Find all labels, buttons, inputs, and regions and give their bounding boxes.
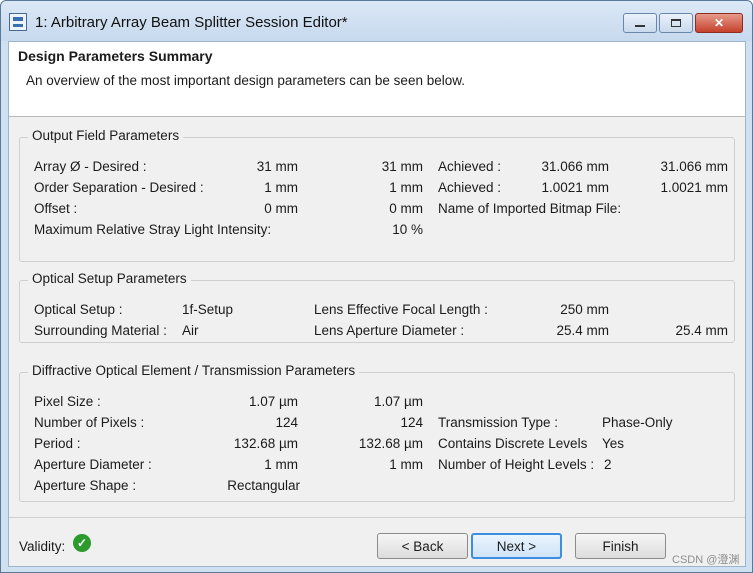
pixel-size-value-2: 1.07 µm: [373, 394, 423, 409]
optical-setup-label: Optical Setup :: [34, 302, 123, 317]
array-desired-value-2: 31 mm: [381, 159, 423, 174]
array-desired-value: 31 mm: [256, 159, 298, 174]
pixel-size-value: 1.07 µm: [248, 394, 298, 409]
transmission-type-value: Phase-Only: [602, 415, 673, 430]
doe-aperture-diameter-label: Aperture Diameter :: [34, 457, 152, 472]
height-levels-value: 2: [604, 457, 612, 472]
aperture-diameter-label: Lens Aperture Diameter :: [314, 323, 465, 338]
window-title: 1: Arbitrary Array Beam Splitter Session…: [35, 14, 348, 31]
dialog-client-area: Design Parameters Summary An overview of…: [8, 41, 746, 567]
aperture-shape-label: Aperture Shape :: [34, 478, 137, 493]
imported-bitmap-label: Name of Imported Bitmap File:: [438, 201, 622, 216]
order-separation-achieved-value-2: 1.0021 mm: [660, 180, 728, 195]
footer-divider: [9, 517, 745, 518]
doe-transmission-group: Diffractive Optical Element / Transmissi…: [19, 363, 735, 502]
order-separation-achieved-value: 1.0021 mm: [541, 180, 609, 195]
doe-aperture-diameter-value-2: 1 mm: [389, 457, 423, 472]
next-button[interactable]: Next >: [471, 533, 562, 559]
minimize-icon: [635, 25, 645, 27]
aperture-diameter-value-2: 25.4 mm: [675, 323, 728, 338]
stray-light-label: Maximum Relative Stray Light Intensity:: [34, 222, 272, 237]
offset-value: 0 mm: [264, 201, 298, 216]
order-separation-label: Order Separation - Desired :: [34, 180, 204, 195]
array-achieved-label: Achieved :: [438, 159, 502, 174]
aperture-shape-value: Rectangular: [227, 478, 300, 493]
maximize-button[interactable]: [659, 13, 693, 33]
optical-setup-group: Optical Setup Parameters Optical Setup :…: [19, 271, 735, 343]
discrete-levels-value: Yes: [602, 436, 625, 451]
group-title: Output Field Parameters: [28, 128, 184, 143]
maximize-icon: [671, 19, 681, 27]
watermark: CSDN @澄渊: [672, 554, 740, 566]
focal-length-label: Lens Effective Focal Length :: [314, 302, 488, 317]
optical-setup-value: 1f-Setup: [182, 302, 234, 317]
pixel-size-label: Pixel Size :: [34, 394, 101, 409]
period-value: 132.68 µm: [233, 436, 298, 451]
page-description: An overview of the most important design…: [26, 73, 465, 88]
group-title: Optical Setup Parameters: [28, 271, 191, 286]
array-achieved-value-2: 31.066 mm: [660, 159, 728, 174]
aperture-diameter-value: 25.4 mm: [556, 323, 609, 338]
surrounding-material-label: Surrounding Material :: [34, 323, 167, 338]
back-button[interactable]: < Back: [377, 533, 468, 559]
app-icon[interactable]: [9, 13, 27, 31]
close-icon: ✕: [713, 16, 725, 30]
discrete-levels-label: Contains Discrete Levels: [438, 436, 588, 451]
header-panel: Design Parameters Summary An overview of…: [9, 42, 745, 117]
number-of-pixels-value-2: 124: [400, 415, 423, 430]
focal-length-value: 250 mm: [560, 302, 609, 317]
minimize-button[interactable]: [623, 13, 657, 33]
validity-label: Validity:: [19, 539, 66, 554]
doe-aperture-diameter-value: 1 mm: [264, 457, 298, 472]
order-separation-achieved-label: Achieved :: [438, 180, 502, 195]
array-achieved-value: 31.066 mm: [541, 159, 609, 174]
session-editor-window: 1: Arbitrary Array Beam Splitter Session…: [0, 0, 753, 573]
number-of-pixels-value: 124: [275, 415, 298, 430]
surrounding-material-value: Air: [182, 323, 199, 338]
finish-button[interactable]: Finish: [575, 533, 666, 559]
number-of-pixels-label: Number of Pixels :: [34, 415, 145, 430]
height-levels-label: Number of Height Levels :: [438, 457, 595, 472]
array-desired-label: Array Ø - Desired :: [34, 159, 147, 174]
period-label: Period :: [34, 436, 81, 451]
offset-value-2: 0 mm: [389, 201, 423, 216]
group-title: Diffractive Optical Element / Transmissi…: [28, 363, 360, 378]
output-field-group: Output Field Parameters Array Ø - Desire…: [19, 128, 735, 262]
stray-light-value: 10 %: [392, 222, 423, 237]
check-circle-icon: ✓: [73, 534, 91, 552]
transmission-type-label: Transmission Type :: [438, 415, 559, 430]
order-separation-value: 1 mm: [264, 180, 298, 195]
offset-label: Offset :: [34, 201, 78, 216]
title-bar[interactable]: 1: Arbitrary Array Beam Splitter Session…: [1, 1, 752, 41]
close-button[interactable]: ✕: [695, 13, 743, 33]
period-value-2: 132.68 µm: [358, 436, 423, 451]
page-title: Design Parameters Summary: [18, 48, 213, 64]
order-separation-value-2: 1 mm: [389, 180, 423, 195]
